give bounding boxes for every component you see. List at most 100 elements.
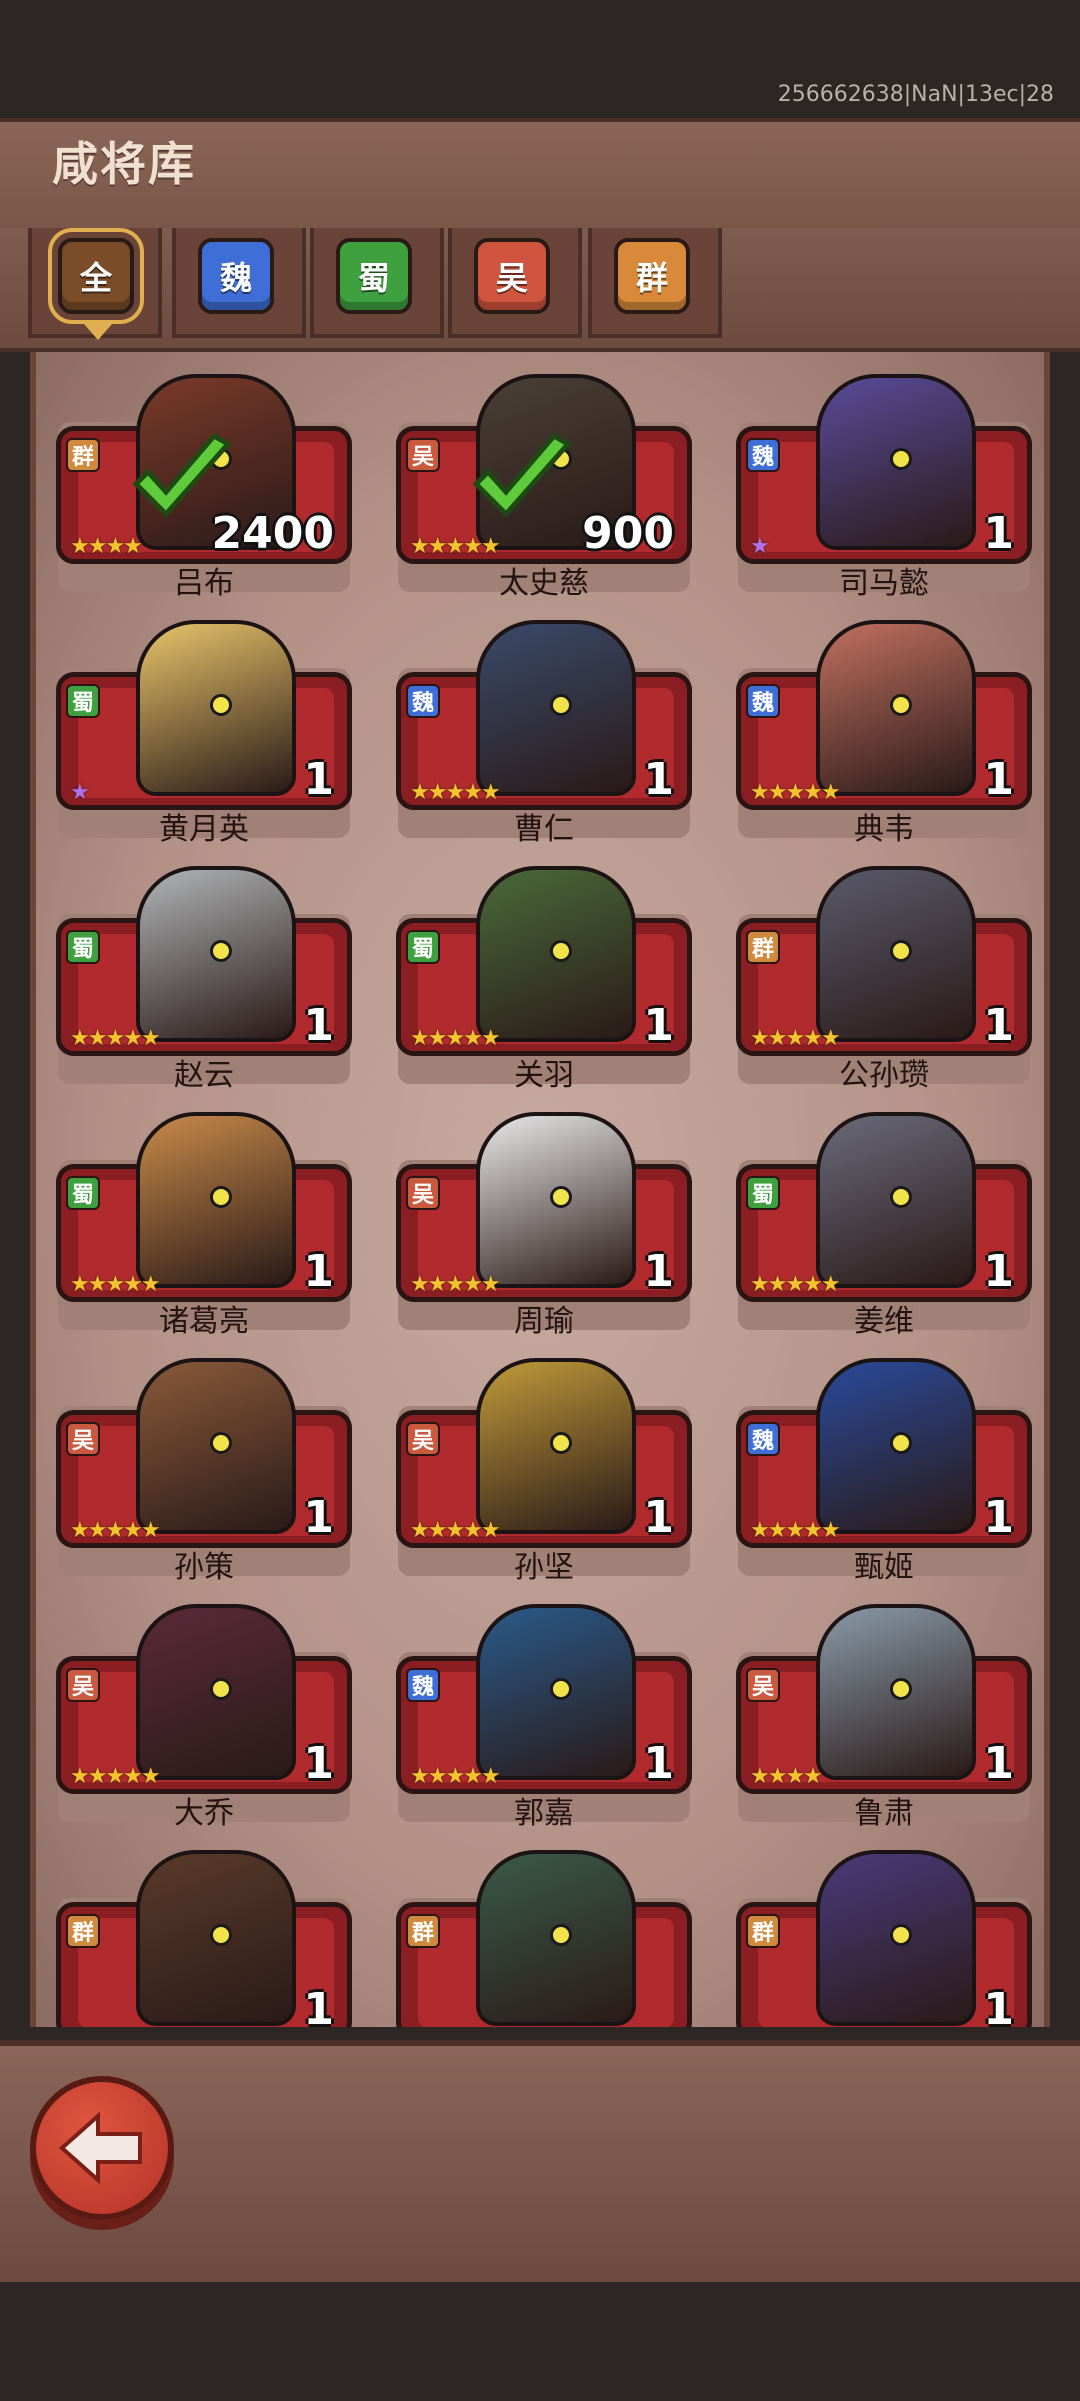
hero-name: 黄月英 xyxy=(159,812,249,847)
hero-card[interactable]: 魏 ★★★★★ 1 曹仁 xyxy=(396,608,692,847)
hero-name: 郭嘉 xyxy=(514,1796,574,1831)
hero-eye xyxy=(890,694,912,716)
hero-portrait xyxy=(816,374,976,550)
hero-portrait xyxy=(136,1850,296,2026)
hero-portrait xyxy=(136,620,296,796)
hero-card[interactable]: 吴 ★★★★★ 900 太史慈 xyxy=(396,362,692,601)
hero-eye xyxy=(890,448,912,470)
hero-count: 1 xyxy=(643,754,674,805)
star-rating: ★★★★★ xyxy=(410,1764,501,1789)
hero-eye xyxy=(550,1678,572,1700)
hero-portrait xyxy=(476,1358,636,1534)
hero-eye xyxy=(210,1924,232,1946)
tab-wu[interactable]: 吴 xyxy=(474,238,550,314)
hero-name: 鲁肃 xyxy=(854,1796,914,1831)
tab-shu[interactable]: 蜀 xyxy=(336,238,412,314)
hero-card[interactable]: 吴 ★★★★★ 1 孙坚 xyxy=(396,1346,692,1585)
faction-badge: 魏 xyxy=(746,438,780,472)
star-rating: ★★★★ xyxy=(750,1764,823,1789)
hero-name: 诸葛亮 xyxy=(159,1304,249,1339)
tab-wei[interactable]: 魏 xyxy=(198,238,274,314)
hero-eye xyxy=(550,940,572,962)
hero-portrait xyxy=(136,866,296,1042)
hero-grid: 群 ★★★★ 2400 吕布吴 ★★★★★ 900 太史慈魏 ★ 1 司马懿蜀 ★ 1 黄月英魏 ★★★★… xyxy=(30,352,1050,2027)
faction-badge: 吴 xyxy=(66,1668,100,1702)
hero-card[interactable]: 群1 xyxy=(736,1838,1032,2027)
hero-card[interactable]: 吴 ★★★★★ 1 大乔 xyxy=(56,1592,352,1831)
hero-portrait xyxy=(816,1850,976,2026)
hero-card[interactable]: 蜀 ★★★★★ 1 赵云 xyxy=(56,854,352,1093)
hero-portrait xyxy=(136,1604,296,1780)
hero-portrait xyxy=(476,1850,636,2026)
hero-card[interactable]: 蜀 ★★★★★ 1 诸葛亮 xyxy=(56,1100,352,1339)
faction-badge: 吴 xyxy=(406,438,440,472)
faction-badge: 群 xyxy=(66,1914,100,1948)
hero-portrait xyxy=(816,866,976,1042)
hero-eye xyxy=(890,1186,912,1208)
hero-count: 1 xyxy=(303,1738,334,1789)
hero-card[interactable]: 吴 ★★★★★ 1 孙策 xyxy=(56,1346,352,1585)
faction-badge: 群 xyxy=(746,930,780,964)
hero-card[interactable]: 魏 ★★★★★ 1 郭嘉 xyxy=(396,1592,692,1831)
star-rating: ★ xyxy=(70,780,90,805)
star-rating: ★★★★★ xyxy=(750,1026,841,1051)
hero-card[interactable]: 群 ★★★★★ 1 公孙瓒 xyxy=(736,854,1032,1093)
hero-card[interactable]: 群 xyxy=(396,1838,692,2027)
hero-count: 1 xyxy=(643,1492,674,1543)
hero-eye xyxy=(210,1678,232,1700)
star-rating: ★★★★★ xyxy=(70,1272,161,1297)
hero-card[interactable]: 魏 ★★★★★ 1 甄姬 xyxy=(736,1346,1032,1585)
hero-card[interactable]: 魏 ★★★★★ 1 典韦 xyxy=(736,608,1032,847)
hero-count: 1 xyxy=(643,1000,674,1051)
hero-count: 2400 xyxy=(211,508,334,559)
hero-count: 1 xyxy=(983,1492,1014,1543)
faction-badge: 吴 xyxy=(406,1422,440,1456)
hero-count: 1 xyxy=(983,1738,1014,1789)
hero-count: 1 xyxy=(983,1984,1014,2027)
back-arrow-icon xyxy=(58,2111,142,2185)
hero-card[interactable]: 蜀 ★★★★★ 1 关羽 xyxy=(396,854,692,1093)
hero-count: 1 xyxy=(983,1000,1014,1051)
hero-portrait xyxy=(476,1604,636,1780)
hero-card[interactable]: 吴 ★★★★★ 1 周瑜 xyxy=(396,1100,692,1339)
hero-portrait xyxy=(476,866,636,1042)
star-rating: ★★★★★ xyxy=(70,1518,161,1543)
hero-card[interactable]: 群1 xyxy=(56,1838,352,2027)
star-rating: ★★★★★ xyxy=(70,1026,161,1051)
faction-badge: 吴 xyxy=(66,1422,100,1456)
hero-name: 公孙瓒 xyxy=(839,1058,929,1093)
device-id-text: 256662638|NaN|13ec|28 xyxy=(777,82,1054,107)
hero-eye xyxy=(890,1678,912,1700)
hero-card[interactable]: 吴 ★★★★ 1 鲁肃 xyxy=(736,1592,1032,1831)
faction-badge: 群 xyxy=(746,1914,780,1948)
faction-badge: 吴 xyxy=(746,1668,780,1702)
faction-badge: 群 xyxy=(66,438,100,472)
star-rating: ★★★★★ xyxy=(410,534,501,559)
faction-badge: 蜀 xyxy=(66,930,100,964)
star-rating: ★ xyxy=(750,534,770,559)
star-rating: ★★★★★ xyxy=(410,1272,501,1297)
faction-badge: 魏 xyxy=(406,684,440,718)
hero-name: 典韦 xyxy=(854,812,914,847)
hero-eye xyxy=(210,1186,232,1208)
hero-count: 1 xyxy=(983,1246,1014,1297)
hero-count: 1 xyxy=(303,1000,334,1051)
faction-badge: 魏 xyxy=(406,1668,440,1702)
hero-card[interactable]: 蜀 ★ 1 黄月英 xyxy=(56,608,352,847)
hero-name: 孙策 xyxy=(174,1550,234,1585)
star-rating: ★★★★ xyxy=(70,534,143,559)
hero-eye xyxy=(890,940,912,962)
back-button[interactable] xyxy=(30,2076,174,2220)
hero-card[interactable]: 蜀 ★★★★★ 1 姜维 xyxy=(736,1100,1032,1339)
faction-badge: 吴 xyxy=(406,1176,440,1210)
faction-badge: 蜀 xyxy=(406,930,440,964)
hero-card[interactable]: 魏 ★ 1 司马懿 xyxy=(736,362,1032,601)
tab-qun[interactable]: 群 xyxy=(614,238,690,314)
hero-name: 曹仁 xyxy=(514,812,574,847)
hero-name: 吕布 xyxy=(174,566,234,601)
hero-portrait xyxy=(816,1604,976,1780)
active-tab-indicator xyxy=(84,324,112,340)
hero-name: 周瑜 xyxy=(514,1304,574,1339)
tab-all[interactable]: 全 xyxy=(48,228,144,324)
hero-card[interactable]: 群 ★★★★ 2400 吕布 xyxy=(56,362,352,601)
